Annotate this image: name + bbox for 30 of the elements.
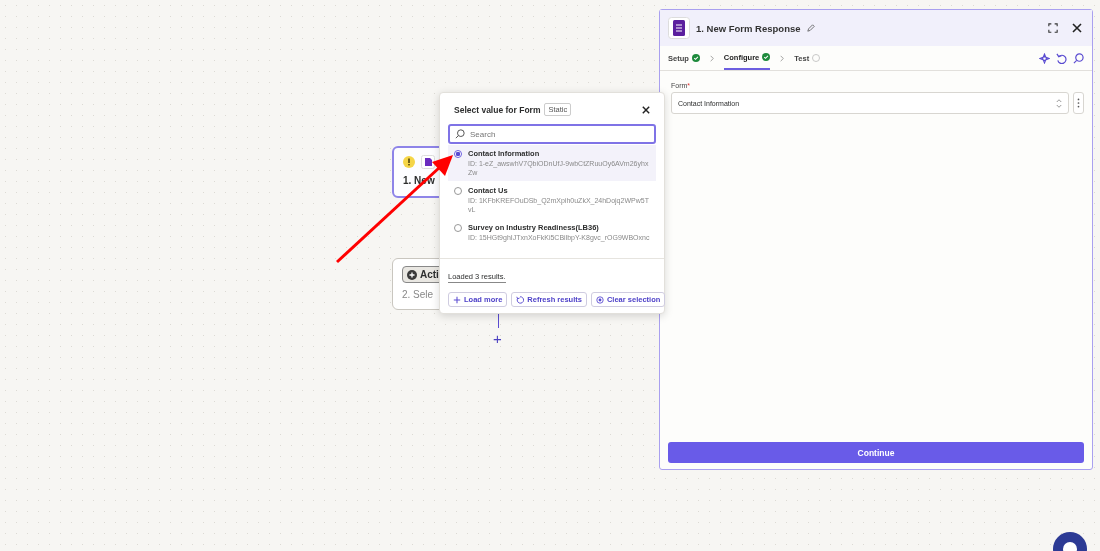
sort-arrows-icon [1056,98,1062,108]
chip-label: Acti [420,269,439,280]
add-step-button[interactable]: + [493,331,502,347]
search-icon [455,129,465,139]
empty-circle-icon [812,54,821,62]
search-icon[interactable] [1073,52,1084,64]
chevron-icon [709,54,714,62]
search-field[interactable]: Search [448,124,656,144]
undo-icon[interactable] [1056,52,1067,64]
chevron-icon [780,54,785,62]
clear-icon [595,295,604,304]
panel-title: 1. New Form Response [696,22,801,34]
help-button[interactable] [1052,531,1088,551]
check-circle-icon [691,54,700,62]
refresh-icon [516,295,525,304]
radio-button[interactable] [454,150,462,158]
popup-title: Select value for Form [454,104,541,115]
expand-icon[interactable] [1048,23,1058,33]
pencil-icon[interactable] [806,24,815,32]
sparkle-icon[interactable] [1039,52,1050,64]
node-title: 2. Sele [402,289,434,300]
check-circle-icon [762,53,771,61]
close-icon[interactable] [1072,23,1082,33]
form-icon [668,17,690,39]
dots-icon [1077,98,1080,108]
continue-button[interactable]: Continue [668,442,1084,463]
close-icon[interactable] [642,105,650,114]
plus-circle-icon [407,269,417,280]
plus-icon [453,295,461,304]
form-icon [421,155,435,169]
